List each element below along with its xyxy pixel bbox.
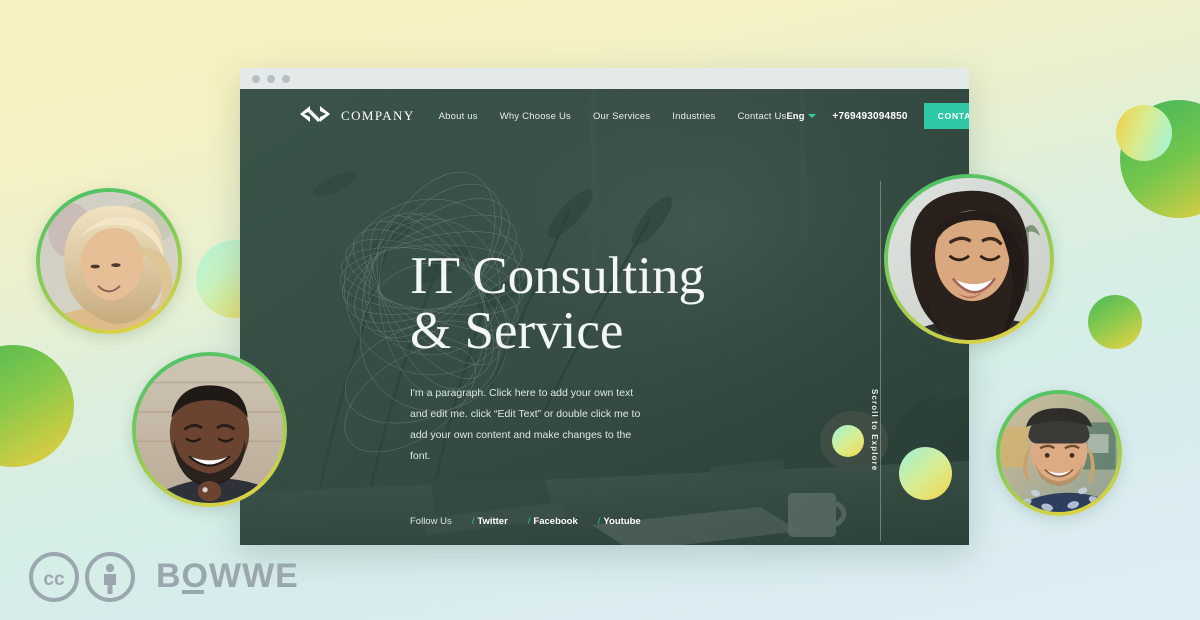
svg-text:cc: cc: [43, 569, 65, 590]
social-link-twitter[interactable]: / Twitter: [472, 516, 508, 527]
slash-separator: /: [527, 516, 531, 527]
chevron-down-icon: [808, 114, 817, 118]
hero-section: COMPANY About us Why Choose Us Our Servi…: [240, 89, 969, 545]
browser-dot-minimize[interactable]: [267, 74, 275, 83]
avatar: [40, 192, 178, 330]
nav-link-why-choose-us[interactable]: Why Choose Us: [500, 111, 571, 122]
creative-commons-icon: cc: [28, 551, 80, 608]
brand-name: COMPANY: [341, 108, 415, 123]
creative-commons-badges: cc: [28, 551, 136, 608]
nav-links: About us Why Choose Us Our Services Indu…: [439, 111, 787, 122]
hero-copy: IT Consulting & Service I'm a paragraph.…: [410, 247, 705, 467]
bowwe-wordmark: BOWWE: [156, 556, 324, 603]
brand-logo[interactable]: COMPANY: [298, 105, 415, 128]
company-infinity-logo-icon: [298, 105, 332, 128]
scroll-divider-line: [880, 181, 881, 541]
hero-title-line-2: & Service: [410, 302, 624, 361]
portrait-laughing-woman: [884, 174, 1054, 344]
scroll-hint-label: Scroll to Explore: [870, 389, 879, 472]
language-selector[interactable]: Eng: [786, 110, 817, 122]
slash-separator: /: [471, 516, 475, 527]
nav-right-group: Eng +769493094850 CONTACT US: [786, 103, 969, 129]
browser-window-mockup: COMPANY About us Why Choose Us Our Servi…: [240, 68, 969, 545]
sphere-mint-yellow-overlay-small: [832, 425, 864, 457]
browser-dot-maximize[interactable]: [282, 74, 290, 83]
nav-link-industries[interactable]: Industries: [672, 111, 715, 122]
portrait-man-with-cap: [996, 390, 1122, 516]
contact-us-button[interactable]: CONTACT US: [923, 103, 969, 129]
follow-us-label: Follow Us: [410, 516, 452, 527]
hero-footer: Follow Us / Twitter / Facebook / Youtube: [240, 516, 969, 527]
nav-link-our-services[interactable]: Our Services: [593, 111, 650, 122]
browser-dot-close[interactable]: [252, 74, 260, 83]
social-link-youtube-label: Youtube: [603, 516, 641, 527]
sphere-green-yellow-far-left: [0, 345, 74, 467]
site-navigation: COMPANY About us Why Choose Us Our Servi…: [240, 89, 969, 143]
slash-separator: /: [597, 516, 601, 527]
avatar: [136, 356, 283, 503]
svg-text:BOWWE: BOWWE: [156, 557, 299, 595]
hero-title-line-1: IT Consulting: [410, 247, 705, 305]
avatar: [888, 178, 1050, 340]
sphere-mint-yellow-overlay-large: [899, 447, 952, 500]
avatar: [1000, 394, 1118, 512]
scroll-to-explore[interactable]: Scroll to Explore: [870, 389, 897, 476]
sphere-green-yellow-right-mid: [1088, 295, 1142, 349]
hero-paragraph: I'm a paragraph. Click here to add your …: [410, 387, 641, 463]
portrait-blonde-woman: [36, 188, 182, 334]
social-link-facebook-label: Facebook: [533, 516, 578, 527]
browser-chrome-bar: [240, 68, 969, 89]
social-link-youtube[interactable]: / Youtube: [598, 516, 641, 527]
social-link-facebook[interactable]: / Facebook: [528, 516, 578, 527]
sphere-yellow-cyan-right-small: [1116, 105, 1172, 161]
social-link-twitter-label: Twitter: [477, 516, 508, 527]
page-title: IT Consulting & Service: [410, 247, 705, 361]
portrait-bearded-man: [132, 352, 287, 507]
nav-link-contact-us[interactable]: Contact Us: [737, 111, 786, 122]
license-and-brand-badges: cc BOWWE: [28, 551, 324, 608]
phone-number[interactable]: +769493094850: [832, 111, 907, 122]
nav-link-about-us[interactable]: About us: [439, 111, 478, 122]
language-label: Eng: [786, 110, 805, 122]
creative-commons-attribution-icon: [84, 551, 136, 608]
